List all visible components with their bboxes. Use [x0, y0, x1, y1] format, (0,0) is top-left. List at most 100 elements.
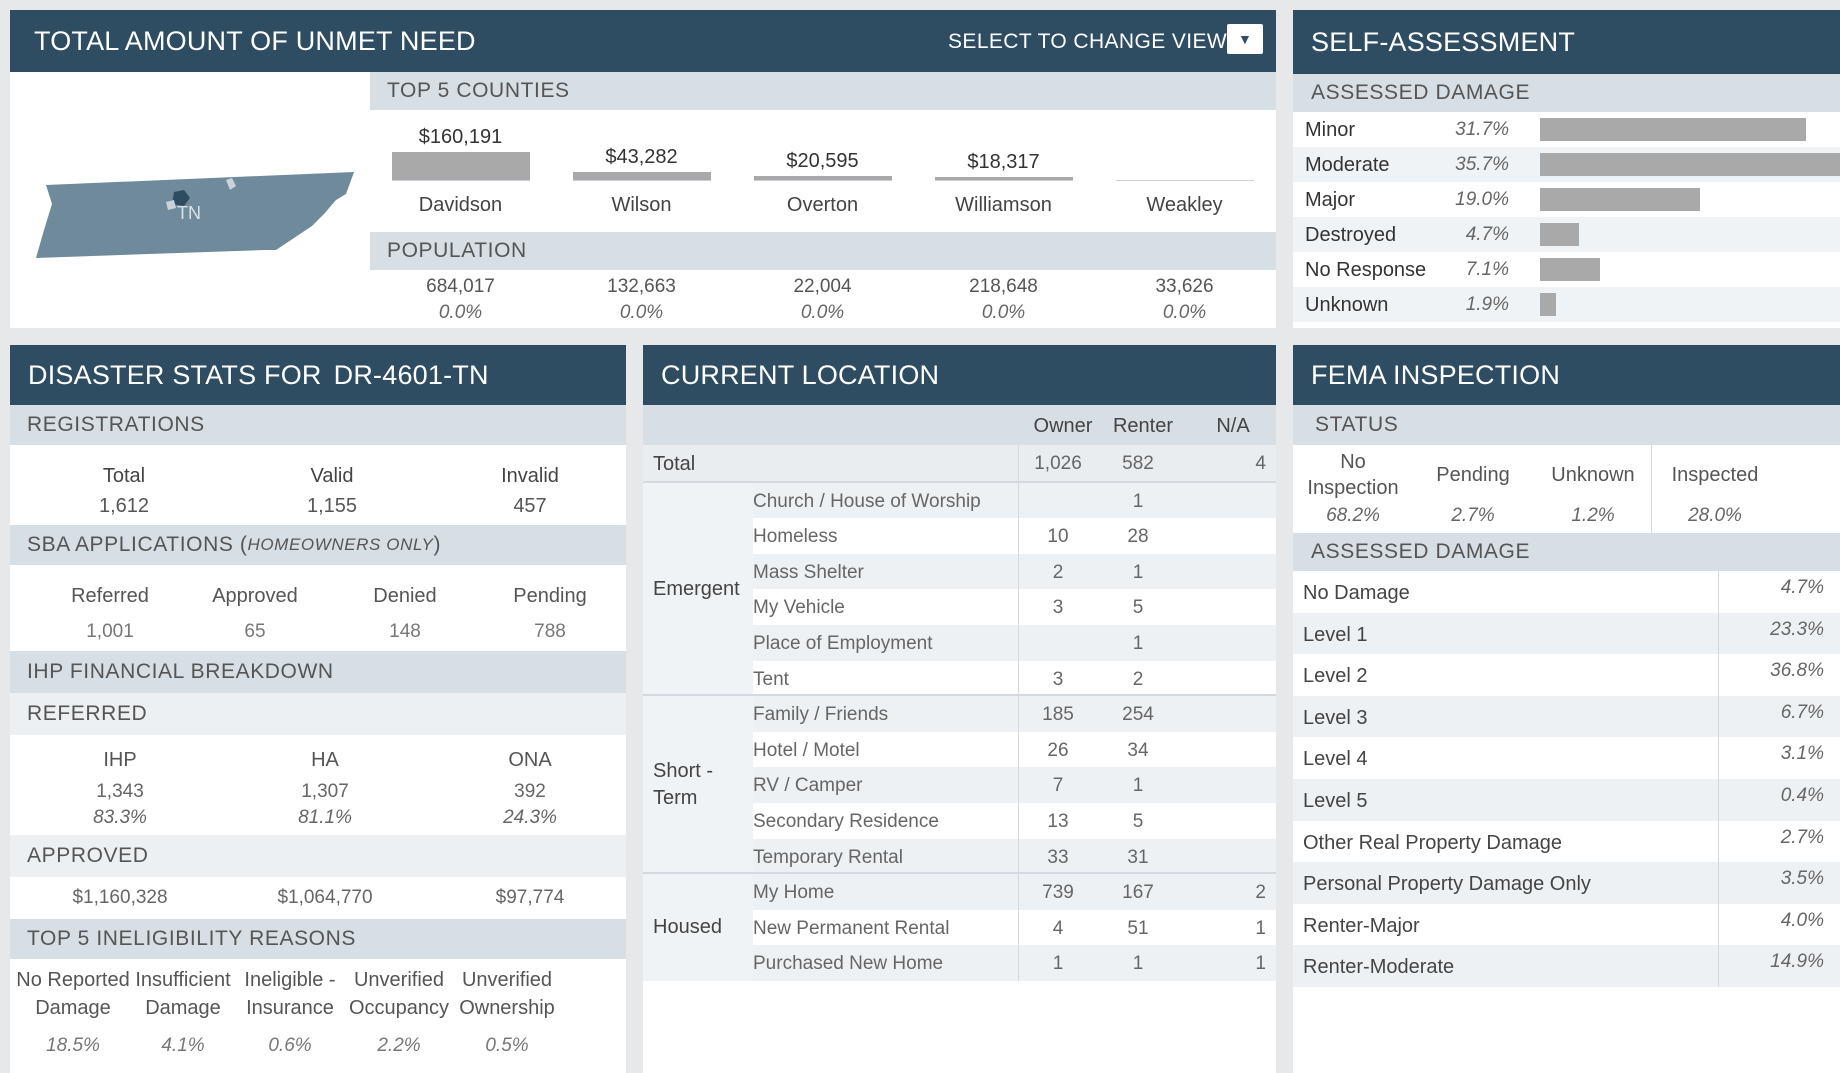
self-row-bar[interactable]	[1540, 293, 1556, 316]
damage-row[interactable]: No Damage 4.7%	[1293, 571, 1840, 613]
inspection-status[interactable]: No Inspection 68.2%	[1293, 445, 1413, 533]
damage-pct: 14.9%	[1770, 951, 1824, 973]
county-column[interactable]: $18,317 Williamson	[913, 110, 1094, 232]
location-total-row[interactable]: Total 1,026 582 4	[643, 445, 1276, 481]
location-row[interactable]: Temporary Rental 33 31	[753, 838, 1276, 875]
county-baseline	[754, 180, 892, 181]
owner-count: 26	[1047, 739, 1069, 761]
counties-row: $160,191 Davidson $43,282 Wilson $20,595 Over…	[370, 110, 1276, 232]
county-name: Williamson	[955, 194, 1052, 216]
renter-count: 5	[1132, 810, 1144, 832]
damage-row[interactable]: Level 4 3.1%	[1293, 737, 1840, 779]
self-row-bar[interactable]	[1540, 258, 1600, 281]
reg-value-valid: 1,155	[306, 495, 358, 517]
damage-pct: 4.7%	[1780, 577, 1824, 598]
damage-row[interactable]: Level 2 36.8%	[1293, 654, 1840, 696]
location-row[interactable]: Secondary Residence 13 5	[753, 802, 1276, 839]
county-column[interactable]: $160,191 Davidson	[370, 110, 551, 232]
column-divider	[1018, 731, 1019, 768]
owner-count: 1	[1052, 953, 1064, 975]
damage-row[interactable]: Personal Property Damage Only 3.5%	[1293, 862, 1840, 904]
self-row-bar[interactable]	[1540, 188, 1700, 211]
self-row-pct: 7.1%	[1465, 259, 1509, 280]
location-row[interactable]: Mass Shelter 2 1	[753, 553, 1276, 590]
sba-label-denied: Denied	[373, 585, 437, 607]
sba-header: SBA APPLICATIONS (HOMEOWNERS ONLY)	[10, 525, 626, 565]
location-row[interactable]: Church / House of Worship 1	[753, 482, 1276, 519]
ineligibility-reason: No Reported Damage 18.5%	[14, 959, 132, 1073]
location-col-renter[interactable]: Renter	[1108, 415, 1178, 438]
self-assessment-header: SELF-ASSESSMENT	[1293, 10, 1840, 74]
damage-row[interactable]: Renter-Major 4.0%	[1293, 903, 1840, 946]
registrations-block: Total Valid Invalid 1,612 1,155 457	[10, 445, 626, 525]
self-assessment-row[interactable]: Major 19.0%	[1293, 182, 1840, 217]
location-row[interactable]: Family / Friends 185 254	[753, 696, 1276, 732]
location-row[interactable]: My Home 739 167 2	[753, 874, 1276, 910]
location-row[interactable]: Purchased New Home 1 1 1	[753, 945, 1276, 981]
damage-row[interactable]: Other Real Property Damage 2.7%	[1293, 820, 1840, 863]
county-population: 684,017 0.0%	[370, 270, 551, 328]
county-column[interactable]: Weakley	[1094, 110, 1275, 232]
unmet-need-title: TOTAL AMOUNT OF UNMET NEED	[34, 25, 476, 56]
inspection-status[interactable]: Unknown 1.2%	[1533, 445, 1653, 533]
location-values: 32	[643, 660, 1276, 697]
location-values: 1	[643, 482, 1276, 519]
inspection-status[interactable]: Inspected 28.0%	[1651, 445, 1781, 533]
county-bar[interactable]	[392, 152, 530, 180]
location-row[interactable]: My Vehicle 3 5	[753, 589, 1276, 625]
location-column-headers: Owner Renter N/A	[643, 405, 1276, 445]
population-pct: 0.0%	[1162, 302, 1207, 323]
damage-pct: 2.7%	[1780, 826, 1824, 848]
column-divider	[1018, 838, 1019, 875]
county-column[interactable]: $20,595 Overton	[732, 110, 913, 232]
column-divider	[1018, 518, 1019, 554]
self-row-label: Major	[1305, 189, 1356, 211]
self-assessment-row[interactable]: Unknown 1.9%	[1293, 287, 1840, 322]
location-values: 26 34	[643, 731, 1276, 768]
county-column[interactable]: $43,282 Wilson	[551, 110, 732, 232]
location-values: 739 167 2	[643, 874, 1276, 910]
renter-count: 1	[1132, 953, 1144, 975]
damage-row[interactable]: Level 5 0.4%	[1293, 779, 1840, 821]
self-assessment-row[interactable]: Minor 31.7%	[1293, 112, 1840, 147]
fema-status-block: No Inspection 68.2% Pending 2.7% Unknown 1.2% I…	[1293, 445, 1840, 533]
location-row[interactable]: Homeless 10 28	[753, 518, 1276, 554]
location-table: Owner Renter N/A Total 1,026 582 4 Emergent Chur…	[643, 405, 1276, 1073]
damage-row[interactable]: Level 1 23.3%	[1293, 612, 1840, 655]
damage-row[interactable]: Level 3 6.7%	[1293, 695, 1840, 738]
select-view-label[interactable]: SELECT TO CHANGE VIEW	[948, 30, 1227, 54]
sba-label-pending: Pending	[513, 585, 587, 607]
damage-label: No Damage	[1303, 582, 1410, 604]
county-baseline	[573, 180, 711, 181]
location-row[interactable]: Tent 3 2	[753, 660, 1276, 697]
inspection-status[interactable]: Pending 2.7%	[1413, 445, 1533, 533]
self-assessment-panel: SELF-ASSESSMENT ASSESSED DAMAGE Minor 31.…	[1293, 10, 1840, 328]
self-assessment-row[interactable]: Moderate 35.7%	[1293, 147, 1840, 182]
view-dropdown-button[interactable]: ▼	[1227, 24, 1263, 54]
self-row-bar[interactable]	[1540, 118, 1806, 141]
location-row[interactable]: RV / Camper 7 1	[753, 767, 1276, 803]
self-row-pct: 4.7%	[1465, 224, 1509, 245]
column-divider	[1018, 482, 1019, 519]
self-assessment-row[interactable]: Destroyed 4.7%	[1293, 217, 1840, 252]
location-row[interactable]: Hotel / Motel 26 34	[753, 731, 1276, 768]
ihp-value-ona: 392	[514, 781, 546, 802]
damage-pct: 3.5%	[1780, 868, 1824, 890]
state-map[interactable]: TN	[24, 90, 364, 320]
location-col-owner[interactable]: Owner	[1028, 415, 1098, 438]
county-bar[interactable]	[573, 172, 711, 180]
location-row[interactable]: Place of Employment 1	[753, 624, 1276, 661]
location-row[interactable]: New Permanent Rental 4 51 1	[753, 909, 1276, 946]
damage-row[interactable]: Renter-Moderate 14.9%	[1293, 945, 1840, 987]
owner-count: 7	[1052, 775, 1064, 797]
self-assessment-row[interactable]: No Response 7.1%	[1293, 252, 1840, 287]
status-label: Pending	[1436, 464, 1510, 486]
sba-header-note: HOMEOWNERS ONLY	[247, 535, 434, 554]
location-col-na[interactable]: N/A	[1198, 415, 1268, 438]
self-row-bar[interactable]	[1540, 153, 1840, 176]
self-row-bar[interactable]	[1540, 223, 1579, 246]
location-values: 33 31	[643, 838, 1276, 875]
sba-value-denied: 148	[389, 621, 421, 642]
top-counties-header: TOP 5 COUNTIES	[370, 72, 1276, 110]
current-location-panel: CURRENT LOCATION Owner Renter N/A Total 1,02…	[643, 345, 1276, 1073]
